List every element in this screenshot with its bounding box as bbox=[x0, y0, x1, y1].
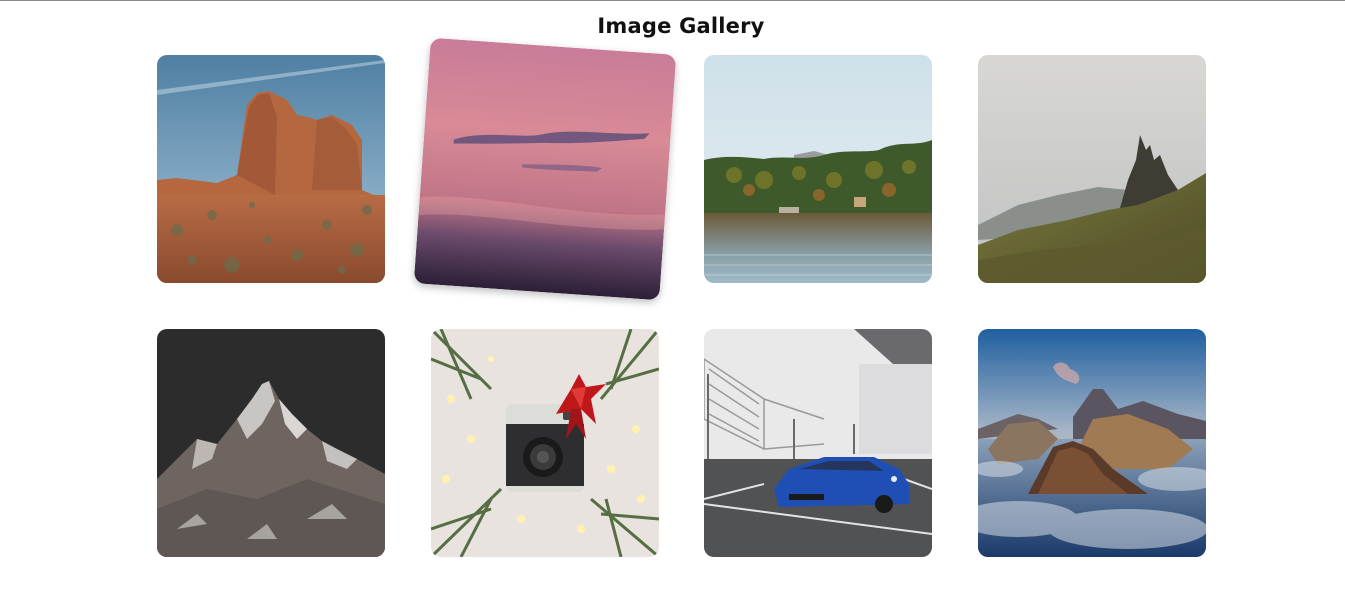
lake-forest-image bbox=[704, 55, 932, 283]
gallery-image-peak[interactable] bbox=[157, 329, 385, 557]
gallery-image-car[interactable] bbox=[704, 329, 932, 557]
gallery-image-sunset[interactable] bbox=[413, 37, 677, 301]
gallery-image-camera[interactable] bbox=[431, 329, 659, 557]
gallery-image-volcano[interactable] bbox=[978, 329, 1206, 557]
sports-car-image bbox=[704, 329, 932, 557]
volcano-clouds-image bbox=[978, 329, 1206, 557]
camera-gift-image bbox=[431, 329, 659, 557]
mountain-pinnacles-image bbox=[978, 55, 1206, 283]
snowy-peak-image bbox=[157, 329, 385, 557]
sunset-sky-image bbox=[413, 37, 677, 301]
gallery-image-pinnacles[interactable] bbox=[978, 55, 1206, 283]
gallery-image-desert[interactable] bbox=[157, 55, 385, 283]
gallery-image-lake[interactable] bbox=[704, 55, 932, 283]
desert-rock-image bbox=[157, 55, 385, 283]
image-gallery bbox=[0, 0, 1345, 600]
